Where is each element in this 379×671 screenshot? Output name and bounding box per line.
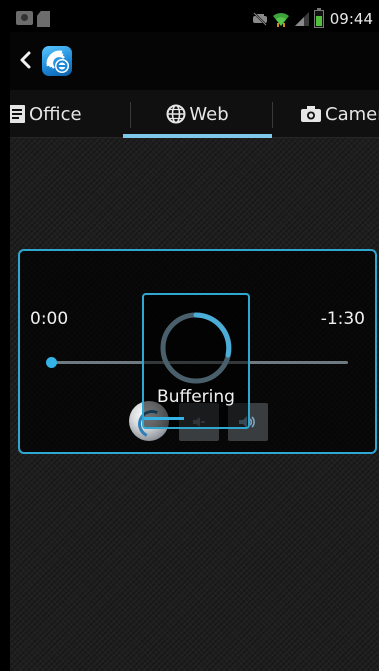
seek-thumb[interactable] xyxy=(46,357,57,368)
photo-notification-icon xyxy=(16,11,33,25)
selected-tab-indicator xyxy=(123,134,272,138)
tab-office[interactable]: Office xyxy=(10,90,82,138)
app-logo-icon[interactable] xyxy=(42,46,72,76)
tab-bar: Office Web Camer xyxy=(10,90,379,138)
action-bar xyxy=(10,32,379,90)
muted-icon xyxy=(252,12,267,26)
buffering-label: Buffering xyxy=(157,387,235,407)
remaining-time: -1:30 xyxy=(320,309,365,329)
document-icon xyxy=(10,104,26,124)
tab-label: Web xyxy=(189,103,229,125)
wifi-icon xyxy=(272,12,289,27)
sim-card-icon xyxy=(37,11,50,27)
tab-web[interactable]: Web xyxy=(123,90,272,138)
tab-label: Camer xyxy=(325,103,379,125)
tab-label: Office xyxy=(29,103,82,125)
tab-camera[interactable]: Camer xyxy=(300,90,379,138)
buffering-dialog: Buffering xyxy=(142,293,250,429)
loading-spinner-icon xyxy=(160,312,232,384)
signal-icon xyxy=(294,12,309,26)
globe-icon xyxy=(166,104,186,124)
battery-icon xyxy=(313,8,324,28)
tab-divider xyxy=(272,102,273,128)
buffering-progress-line xyxy=(144,417,184,420)
status-bar: 09:44 xyxy=(10,8,379,32)
phone-screen: 09:44 Office Web Camer 0:00 -1:30 Buffer… xyxy=(10,8,379,671)
camera-icon xyxy=(300,105,322,123)
status-time: 09:44 xyxy=(329,10,373,28)
chevron-left-icon[interactable] xyxy=(18,50,32,70)
elapsed-time: 0:00 xyxy=(30,309,69,329)
